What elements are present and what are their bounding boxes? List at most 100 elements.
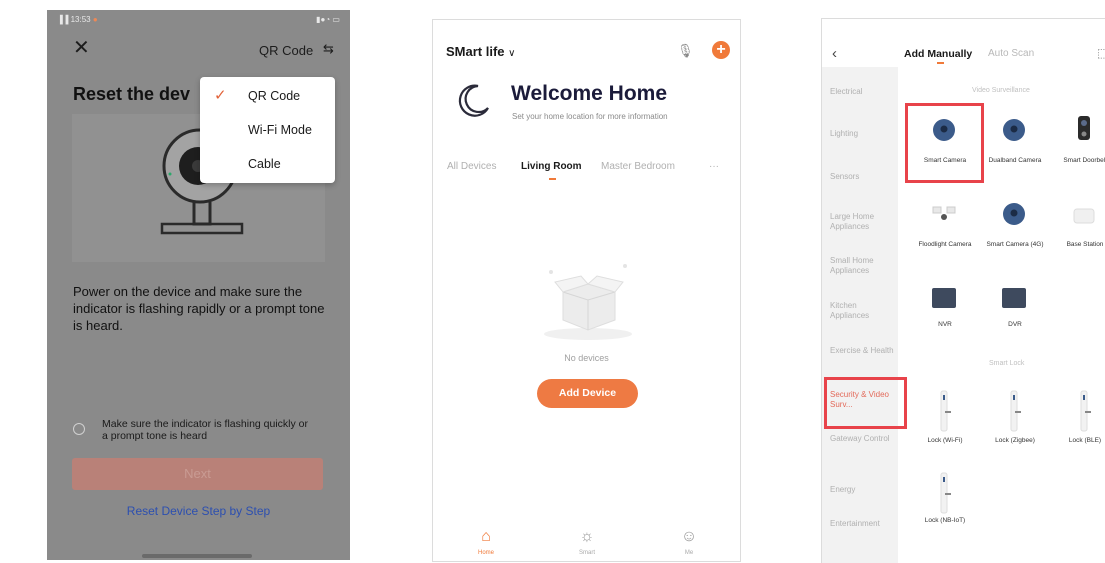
tab-living-room[interactable]: Living Room	[521, 161, 582, 172]
device-label: Base Station	[1066, 241, 1104, 248]
device-label: NVR	[938, 321, 952, 328]
home-indicator	[142, 554, 252, 558]
highlight-smart-camera	[905, 103, 984, 183]
device-label: Lock (Zigbee)	[995, 437, 1035, 444]
swap-icon[interactable]: ⇆	[323, 41, 334, 57]
floodlight-icon	[932, 206, 956, 220]
dvr-icon	[1002, 288, 1026, 308]
doorbell-icon	[1078, 116, 1090, 140]
back-icon[interactable]: ‹	[832, 45, 837, 62]
device-tile-lock-ble[interactable]: Lock (BLE)	[1050, 385, 1105, 457]
check-icon: ✓	[214, 87, 227, 104]
dropdown-item-qr-code[interactable]: ✓ QR Code	[200, 79, 335, 113]
device-label: DVR	[1008, 321, 1022, 328]
more-tabs-icon[interactable]: ···	[709, 161, 719, 172]
device-label: Smart Doorbell	[1063, 157, 1105, 164]
mode-dropdown: ✓ QR Code Wi-Fi Mode Cable	[200, 77, 335, 183]
nav-label-me: Me	[684, 550, 694, 556]
profile-icon[interactable]: ☺	[678, 528, 700, 546]
highlight-security-category	[824, 377, 907, 429]
device-tile-lock-nbiot[interactable]: Lock (NB-IoT)	[910, 467, 980, 547]
base-station-icon	[1073, 208, 1095, 224]
category-item[interactable]: Electrical	[830, 87, 894, 97]
category-item[interactable]: Sensors	[830, 172, 894, 182]
confirm-radio[interactable]	[73, 423, 85, 435]
nav-label-smart: Smart	[578, 550, 595, 556]
dropdown-item-cable[interactable]: Cable	[200, 147, 335, 181]
lock-icon	[1080, 390, 1091, 432]
chevron-down-icon: ∨	[508, 48, 516, 59]
mode-selector[interactable]: QR Code	[259, 43, 313, 58]
category-item[interactable]: Small Home Appliances	[830, 256, 894, 276]
add-icon[interactable]: +	[712, 41, 730, 59]
lock-icon	[1010, 390, 1021, 432]
device-label: Lock (Wi-Fi)	[927, 437, 963, 444]
status-bar-left: ▐▐ 13:53 ●	[57, 15, 98, 24]
home-selector[interactable]: SMart life ∨	[446, 44, 515, 59]
nvr-icon	[932, 288, 956, 308]
active-tab-indicator	[937, 62, 944, 64]
device-tile-base-station[interactable]: Base Station	[1050, 191, 1105, 263]
device-label: Smart Camera (4G)	[986, 241, 1044, 248]
scan-icon[interactable]: ⬚	[1097, 46, 1105, 60]
device-tile-lock-wifi[interactable]: Lock (Wi-Fi)	[910, 385, 980, 457]
lock-icon	[940, 390, 951, 432]
close-icon[interactable]: ✕	[73, 38, 90, 58]
device-tile-nvr[interactable]: NVR	[910, 275, 980, 341]
dropdown-item-wifi-mode[interactable]: Wi-Fi Mode	[200, 113, 335, 147]
device-tile-smart-doorbell[interactable]: Smart Doorbell	[1050, 103, 1105, 175]
category-item[interactable]: Exercise & Health	[830, 346, 894, 356]
category-item[interactable]: Entertainment	[830, 519, 894, 529]
lock-icon	[940, 472, 951, 514]
category-item[interactable]: Gateway Control	[830, 434, 894, 444]
category-item[interactable]: Lighting	[830, 129, 894, 139]
device-tile-smart-camera-4g[interactable]: Smart Camera (4G)	[980, 191, 1050, 263]
tab-add-manually[interactable]: Add Manually	[904, 48, 972, 60]
device-label: Lock (BLE)	[1068, 437, 1102, 444]
confirm-text[interactable]: Make sure the indicator is flashing quic…	[102, 418, 312, 442]
page-title: Reset the dev	[73, 84, 191, 104]
add-device-screen: ‹ Add Manually Auto Scan ⬚ Electrical Li…	[821, 18, 1105, 563]
empty-state-text: No devices	[564, 353, 609, 363]
category-item[interactable]: Energy	[830, 485, 894, 495]
tab-master-bedroom[interactable]: Master Bedroom	[601, 161, 675, 172]
status-icons-right: ▮●◔ ▭	[316, 15, 340, 24]
dropdown-item-label: Wi-Fi Mode	[248, 123, 312, 137]
welcome-subtitle[interactable]: Set your home location for more informat…	[512, 112, 668, 121]
reset-step-link[interactable]: Reset Device Step by Step	[47, 504, 350, 518]
active-tab-indicator	[549, 178, 556, 180]
camera-icon	[1003, 203, 1025, 225]
notification-icons: ●	[92, 15, 98, 24]
empty-box-icon	[544, 264, 632, 340]
section-title-lock: Smart Lock	[989, 360, 1025, 367]
home-name: SMart life	[446, 44, 505, 59]
section-title-video: Video Surveillance	[972, 87, 1030, 94]
device-tile-floodlight-camera[interactable]: Floodlight Camera	[910, 191, 980, 263]
device-label: Dualband Camera	[988, 157, 1042, 164]
microphone-icon[interactable]: 🎙︎	[677, 43, 694, 59]
sun-icon[interactable]: ☼	[576, 528, 598, 546]
nav-label-home: Home	[477, 550, 494, 556]
home-icon[interactable]: ⌂	[475, 528, 497, 546]
reset-device-screen: ▐▐ 13:53 ● ▮●◔ ▭ ✕ QR Code ⇆ Reset the d…	[47, 10, 350, 560]
welcome-title: Welcome Home	[511, 82, 667, 105]
category-item[interactable]: Large Home Appliances	[830, 212, 894, 232]
tab-auto-scan[interactable]: Auto Scan	[988, 48, 1034, 59]
add-device-button[interactable]: Add Device	[537, 379, 638, 408]
camera-icon	[1003, 119, 1025, 141]
status-time: 13:53	[70, 15, 91, 24]
signal-icon: ▐▐	[57, 15, 69, 24]
dropdown-item-label: QR Code	[248, 89, 301, 103]
device-label: Lock (NB-IoT)	[924, 517, 966, 524]
next-button[interactable]: Next	[72, 458, 323, 490]
tab-all-devices[interactable]: All Devices	[447, 161, 496, 172]
instruction-text: Power on the device and make sure the in…	[73, 284, 325, 333]
category-item[interactable]: Kitchen Appliances	[830, 301, 894, 321]
device-tile-dualband-camera[interactable]: Dualband Camera	[980, 103, 1050, 175]
device-tile-lock-zigbee[interactable]: Lock (Zigbee)	[980, 385, 1050, 457]
smart-life-home-screen: SMart life ∨ 🎙︎ + Welcome Home Set your …	[432, 19, 741, 562]
device-tile-dvr[interactable]: DVR	[980, 275, 1050, 341]
device-label: Floodlight Camera	[918, 241, 972, 248]
dropdown-item-label: Cable	[248, 157, 281, 171]
moon-icon	[458, 84, 489, 117]
